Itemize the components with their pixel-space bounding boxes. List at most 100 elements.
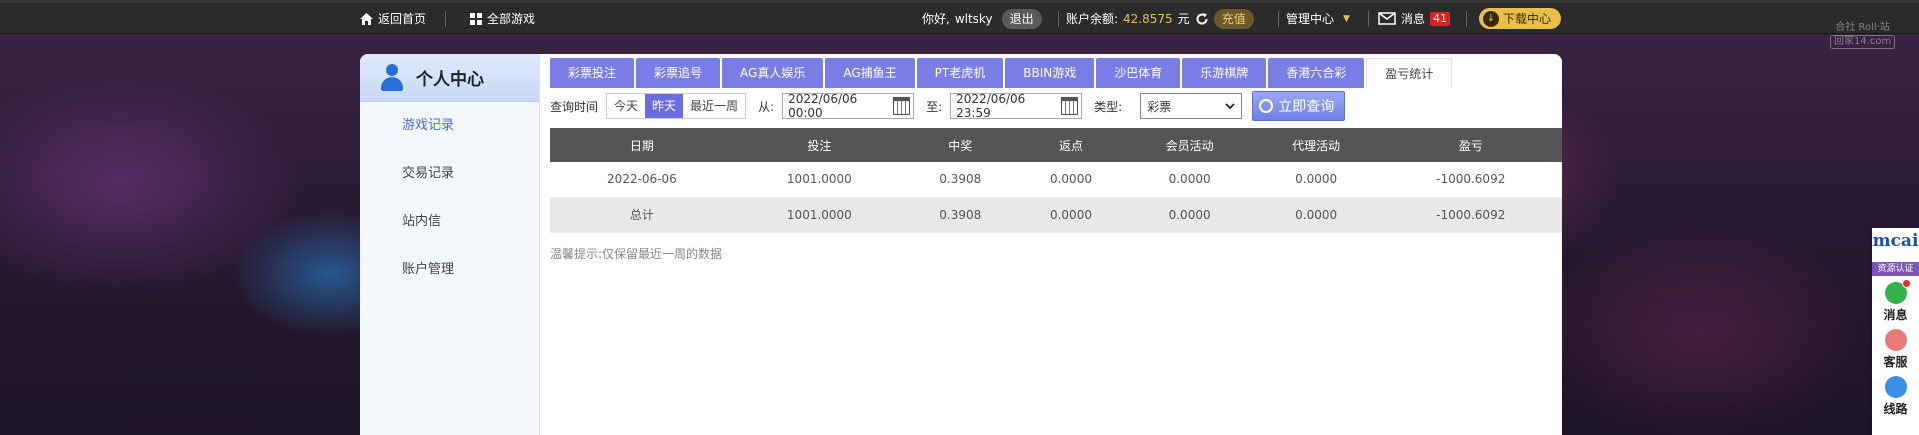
grid-icon [470, 12, 482, 25]
messages-link[interactable]: 消息 41 [1378, 3, 1451, 34]
tab-bbin-games[interactable]: BBIN游戏 [1005, 58, 1095, 88]
column-header: 盈亏 [1379, 128, 1562, 162]
manage-menu[interactable]: 管理中心 ▼ [1286, 3, 1350, 34]
table-cell: 总计 [550, 197, 734, 233]
recharge-button[interactable]: 充值 [1213, 8, 1254, 29]
download-label: 下载中心 [1503, 12, 1552, 26]
table-cell: 0.3908 [904, 162, 1016, 198]
float-service-button[interactable]: 客服 [1872, 323, 1919, 370]
table-cell: 0.0000 [1015, 197, 1127, 233]
float-route-button[interactable]: 线路 [1872, 370, 1919, 417]
table-cell: -1000.6092 [1379, 197, 1562, 233]
search-icon [1259, 99, 1274, 113]
tab-lottery-chase[interactable]: 彩票追号 [636, 58, 721, 88]
sidebar-item-transaction-records[interactable]: 交易记录 [360, 150, 539, 198]
column-header: 代理活动 [1252, 128, 1380, 162]
filter-bar: 查询时间 今天 昨天 最近一周 从: 2022/06/06 00:00 至: 2… [550, 88, 1562, 124]
tab-ag-fishing[interactable]: AG捕鱼王 [825, 58, 915, 88]
to-date-input[interactable]: 2022/06/06 23:59 [950, 92, 1083, 120]
logout-button[interactable]: 退出 [1001, 8, 1042, 29]
watermark-line1: 合社 Roll·站 [1835, 22, 1890, 33]
calendar-icon[interactable] [1060, 97, 1079, 115]
balance-label: 账户余额: [1066, 12, 1119, 26]
float-messages-button[interactable]: 消息 [1872, 276, 1919, 323]
tab-hk-mark-six[interactable]: 香港六合彩 [1268, 58, 1365, 88]
tab-ag-live[interactable]: AG真人娱乐 [722, 58, 824, 88]
divider [1466, 11, 1467, 27]
balance-value: 42.8575 [1123, 11, 1173, 26]
column-header: 投注 [733, 128, 905, 162]
tab-profit-loss[interactable]: 盈亏统计 [1366, 58, 1453, 88]
divider [1278, 11, 1279, 27]
table-cell: 1001.0000 [733, 197, 905, 233]
range-today-button[interactable]: 今天 [607, 94, 645, 118]
refresh-icon[interactable] [1195, 12, 1209, 26]
calendar-icon[interactable] [892, 97, 911, 115]
table-cell: 2022-06-06 [550, 162, 734, 198]
range-selector: 今天 昨天 最近一周 [606, 93, 747, 119]
right-float-bar: mcai 资源认证 消息 客服 线路 [1872, 228, 1919, 435]
messages-label: 消息 [1401, 12, 1426, 26]
chevron-down-icon: ▼ [1343, 13, 1350, 24]
logo-text: mcai [1872, 231, 1919, 251]
divider [1058, 11, 1059, 27]
balance-unit: 元 [1177, 12, 1190, 26]
watermark-line2: 回家14.com [1830, 35, 1896, 49]
balance: 账户余额: 42.8575 元 充值 [1066, 3, 1254, 34]
all-games-label: 全部游戏 [487, 12, 536, 26]
type-select[interactable]: 彩票 [1140, 93, 1243, 119]
sidebar-title: 个人中心 [416, 70, 484, 90]
resource-certified-tag: 资源认证 [1872, 262, 1919, 276]
tab-leyou-chess[interactable]: 乐游棋牌 [1182, 58, 1267, 88]
type-select-value: 彩票 [1147, 99, 1172, 114]
to-date-value: 2022/06/06 23:59 [956, 92, 1026, 120]
divider [1368, 11, 1369, 27]
chat-icon [1884, 279, 1911, 304]
tab-saba-sports[interactable]: 沙巴体育 [1096, 58, 1181, 88]
mcai-logo[interactable]: mcai [1872, 228, 1919, 262]
table-cell: 0.0000 [1015, 162, 1127, 198]
from-date-input[interactable]: 2022/06/06 00:00 [782, 92, 915, 120]
table-cell: -1000.6092 [1379, 162, 1562, 198]
table-cell: 0.0000 [1252, 162, 1380, 198]
range-week-button[interactable]: 最近一周 [683, 94, 745, 118]
table-total-row: 总计 1001.0000 0.3908 0.0000 0.0000 0.0000… [550, 197, 1562, 233]
from-label: 从: [758, 99, 775, 114]
tab-pt-slots[interactable]: PT老虎机 [916, 58, 1004, 88]
customer-service-icon [1884, 329, 1907, 351]
messages-count-badge: 41 [1430, 11, 1451, 26]
all-games-link[interactable]: 全部游戏 [470, 3, 535, 34]
column-header: 日期 [550, 128, 734, 162]
greeting: 你好, wltsky 退出 [922, 3, 1042, 34]
float-messages-label: 消息 [1883, 308, 1908, 322]
greeting-text: 你好, [922, 12, 950, 26]
table-cell: 0.0000 [1252, 197, 1380, 233]
sidebar-item-inbox[interactable]: 站内信 [360, 198, 539, 246]
table-cell: 0.0000 [1126, 197, 1253, 233]
personal-center-panel: 个人中心 游戏记录 交易记录 站内信 账户管理 彩票投注 彩票追号 AG真人娱乐… [360, 54, 1562, 435]
table-cell: 0.3908 [904, 197, 1016, 233]
home-link[interactable]: 返回首页 [360, 3, 426, 34]
chevron-down-icon [1225, 103, 1235, 109]
manage-label: 管理中心 [1286, 12, 1335, 26]
table-header-row: 日期 投注 中奖 返点 会员活动 代理活动 盈亏 [550, 128, 1562, 162]
home-icon [360, 12, 373, 25]
search-button[interactable]: 立即查询 [1252, 91, 1346, 121]
speedometer-icon [1884, 376, 1907, 398]
range-yesterday-button[interactable]: 昨天 [645, 94, 684, 118]
sidebar-menu: 游戏记录 交易记录 站内信 账户管理 [360, 102, 539, 294]
type-label: 类型: [1094, 99, 1123, 114]
column-header: 中奖 [904, 128, 1016, 162]
mail-icon [1378, 12, 1396, 25]
username: wltsky [954, 11, 993, 26]
top-bar: 返回首页 全部游戏 你好, wltsky 退出 账户余额: 42.8575 元 … [0, 0, 1919, 34]
sidebar-item-account-management[interactable]: 账户管理 [360, 246, 539, 294]
table-row: 2022-06-06 1001.0000 0.3908 0.0000 0.000… [550, 162, 1562, 198]
sidebar-header: 个人中心 [360, 54, 539, 102]
notification-dot [1901, 279, 1911, 288]
query-time-label: 查询时间 [550, 99, 599, 114]
tab-lottery-bets[interactable]: 彩票投注 [550, 58, 635, 88]
divider [445, 11, 446, 27]
download-center-button[interactable]: ↓ 下载中心 [1479, 3, 1562, 34]
sidebar-item-game-records[interactable]: 游戏记录 [360, 102, 539, 150]
